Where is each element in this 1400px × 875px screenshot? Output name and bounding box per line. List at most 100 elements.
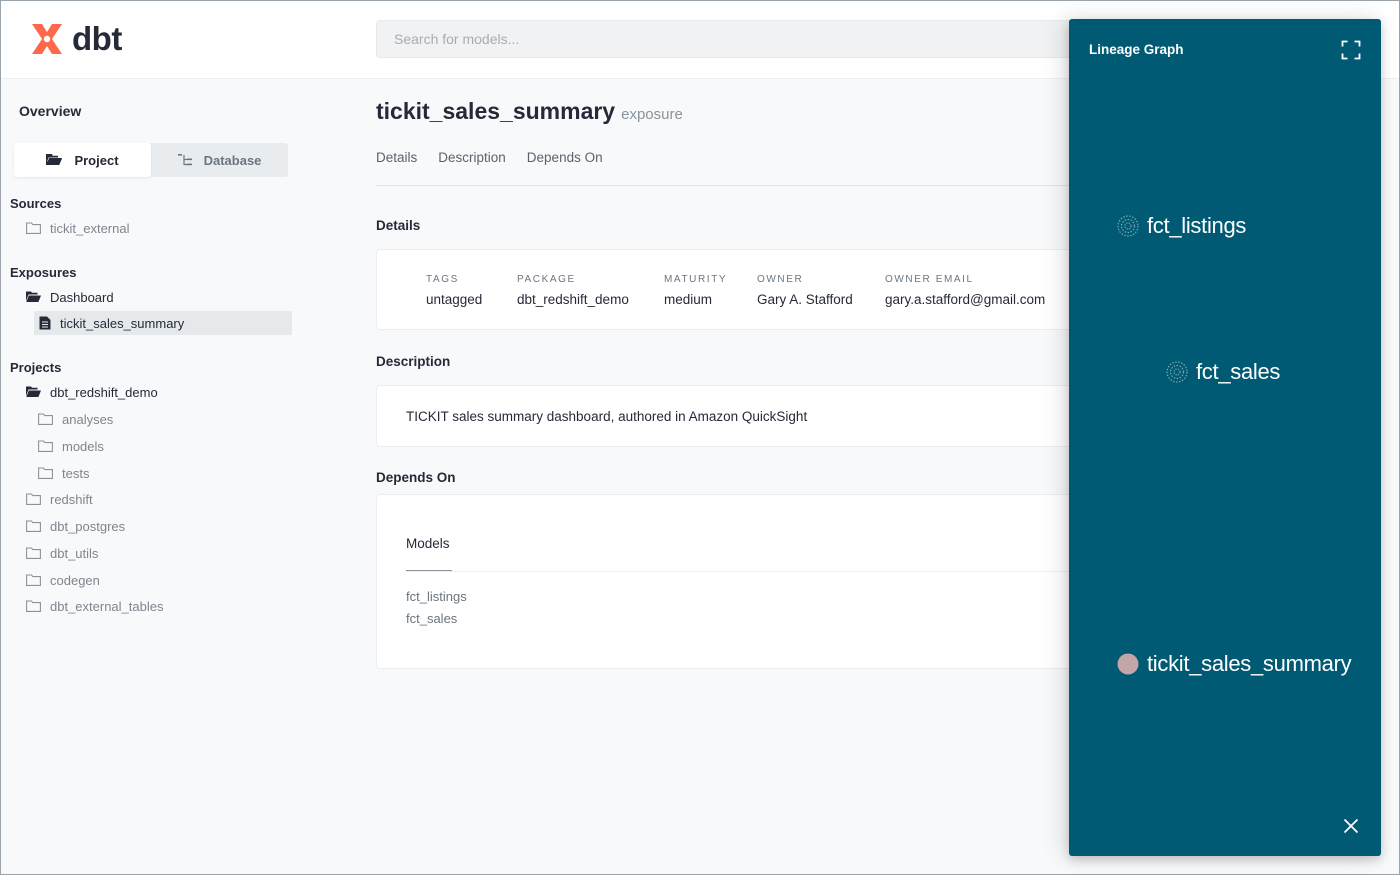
- models-heading: Models: [406, 536, 450, 551]
- tree-item-label: dbt_postgres: [50, 518, 126, 534]
- tree-item-label: dbt_redshift_demo: [50, 384, 158, 400]
- detail-owner-email: OWNER EMAIL gary.a.stafford@gmail.com: [885, 274, 1045, 307]
- tree-item-models[interactable]: models: [38, 434, 104, 458]
- model-node-icon: [1117, 215, 1139, 237]
- tree-item-redshift[interactable]: redshift: [26, 487, 93, 511]
- document-icon: [39, 316, 51, 330]
- lineage-graph-panel: Lineage Graph fct_listings fct_sales tic…: [1069, 19, 1381, 856]
- folder-icon: [38, 467, 53, 479]
- folder-icon: [26, 600, 41, 612]
- expand-icon[interactable]: [1341, 40, 1361, 60]
- tree-item-dbt-redshift-demo[interactable]: dbt_redshift_demo: [26, 380, 158, 404]
- description-heading: Description: [376, 354, 451, 369]
- dbt-logo[interactable]: dbt: [28, 20, 122, 58]
- tree-item-label: Dashboard: [50, 289, 114, 305]
- tree-item-label: dbt_external_tables: [50, 598, 164, 614]
- detail-value: gary.a.stafford@gmail.com: [885, 292, 1046, 307]
- tree-item-label: tickit_sales_summary: [60, 315, 185, 331]
- details-heading: Details: [376, 218, 421, 233]
- database-tab-label: Database: [203, 152, 262, 168]
- folder-open-icon: [26, 291, 41, 302]
- tree-item-codegen[interactable]: codegen: [26, 568, 100, 592]
- tree-item-label: redshift: [50, 491, 93, 507]
- folder-icon: [26, 547, 41, 559]
- divider: [406, 571, 1086, 572]
- folder-icon: [38, 413, 53, 425]
- tree-item-dbt-postgres[interactable]: dbt_postgres: [26, 514, 125, 538]
- model-link-fct-listings[interactable]: fct_listings: [406, 589, 467, 604]
- resource-type-label: exposure: [621, 106, 683, 123]
- exposures-heading: Exposures: [10, 265, 77, 280]
- exposure-node-icon: [1117, 653, 1139, 675]
- tree-item-tests[interactable]: tests: [38, 461, 89, 485]
- search-input[interactable]: [377, 21, 1075, 57]
- folder-open-icon: [26, 386, 41, 397]
- overview-link[interactable]: Overview: [19, 103, 81, 119]
- lineage-graph-title: Lineage Graph: [1089, 42, 1184, 57]
- model-link-fct-sales[interactable]: fct_sales: [406, 611, 457, 626]
- description-card: TICKIT sales summary dashboard, authored…: [376, 385, 1086, 447]
- folder-icon: [26, 222, 41, 234]
- tab-description[interactable]: Description: [438, 150, 506, 165]
- detail-owner: OWNER Gary A. Stafford: [757, 274, 853, 307]
- page-title: tickit_sales_summary exposure: [376, 98, 683, 125]
- section-tabs: Details Description Depends On: [376, 150, 603, 165]
- detail-label: MATURITY: [664, 274, 728, 285]
- sidebar: Overview Project Database Sources tickit…: [0, 79, 300, 875]
- lineage-node-fct-listings[interactable]: fct_listings: [1117, 213, 1246, 239]
- divider: [376, 185, 1076, 186]
- models-tab-indicator: [406, 570, 452, 571]
- database-tree-icon: [177, 154, 192, 166]
- page-title-name: tickit_sales_summary: [376, 98, 616, 124]
- detail-tags: TAGS untagged: [426, 274, 482, 307]
- detail-value: Gary A. Stafford: [757, 292, 853, 307]
- tree-item-tickit-sales-summary[interactable]: tickit_sales_summary: [34, 311, 292, 335]
- lineage-node-fct-sales[interactable]: fct_sales: [1166, 359, 1280, 385]
- database-tab[interactable]: Database: [151, 143, 288, 177]
- tree-item-label: codegen: [50, 572, 100, 588]
- folder-open-icon: [46, 154, 63, 165]
- tree-item-label: analyses: [62, 411, 114, 427]
- detail-package: PACKAGE dbt_redshift_demo: [517, 274, 629, 307]
- sources-heading: Sources: [10, 196, 62, 211]
- description-text: TICKIT sales summary dashboard, authored…: [406, 409, 808, 424]
- tree-item-analyses[interactable]: analyses: [38, 407, 113, 431]
- tree-item-label: models: [62, 438, 104, 454]
- detail-label: OWNER EMAIL: [885, 274, 974, 285]
- tab-depends-on[interactable]: Depends On: [527, 150, 603, 165]
- projects-heading: Projects: [10, 360, 62, 375]
- lineage-node-tickit-sales-summary[interactable]: tickit_sales_summary: [1117, 651, 1352, 677]
- lineage-node-label: tickit_sales_summary: [1147, 651, 1352, 676]
- folder-icon: [26, 574, 41, 586]
- depends-on-card: Models fct_listings fct_sales: [376, 494, 1086, 669]
- details-card: TAGS untagged PACKAGE dbt_redshift_demo …: [376, 249, 1086, 330]
- dbt-logo-icon: [32, 24, 62, 54]
- folder-icon: [26, 520, 41, 532]
- detail-value: dbt_redshift_demo: [517, 292, 629, 307]
- detail-label: PACKAGE: [517, 274, 576, 285]
- tab-details[interactable]: Details: [376, 150, 417, 165]
- detail-label: OWNER: [757, 274, 804, 285]
- project-database-switch: Project Database: [14, 143, 288, 177]
- tree-item-label: tests: [62, 465, 90, 481]
- folder-icon: [26, 493, 41, 505]
- model-node-icon: [1166, 361, 1188, 383]
- tree-item-dashboard[interactable]: Dashboard: [26, 285, 114, 309]
- detail-maturity: MATURITY medium: [664, 274, 727, 307]
- detail-value: medium: [664, 292, 713, 307]
- lineage-node-label: fct_sales: [1196, 359, 1281, 384]
- tree-item-label: tickit_external: [50, 220, 130, 236]
- logo-text: dbt: [72, 20, 122, 57]
- search-box[interactable]: [376, 20, 1076, 58]
- detail-label: TAGS: [426, 274, 459, 285]
- lineage-node-label: fct_listings: [1147, 213, 1247, 238]
- folder-icon: [38, 440, 53, 452]
- project-tab[interactable]: Project: [14, 143, 151, 177]
- tree-item-tickit-external[interactable]: tickit_external: [26, 216, 129, 240]
- tree-item-label: dbt_utils: [50, 545, 99, 561]
- project-tab-label: Project: [74, 152, 119, 168]
- tree-item-dbt-external-tables[interactable]: dbt_external_tables: [26, 594, 163, 618]
- tree-item-dbt-utils[interactable]: dbt_utils: [26, 541, 98, 565]
- detail-value: untagged: [426, 292, 483, 307]
- close-icon[interactable]: [1343, 818, 1359, 834]
